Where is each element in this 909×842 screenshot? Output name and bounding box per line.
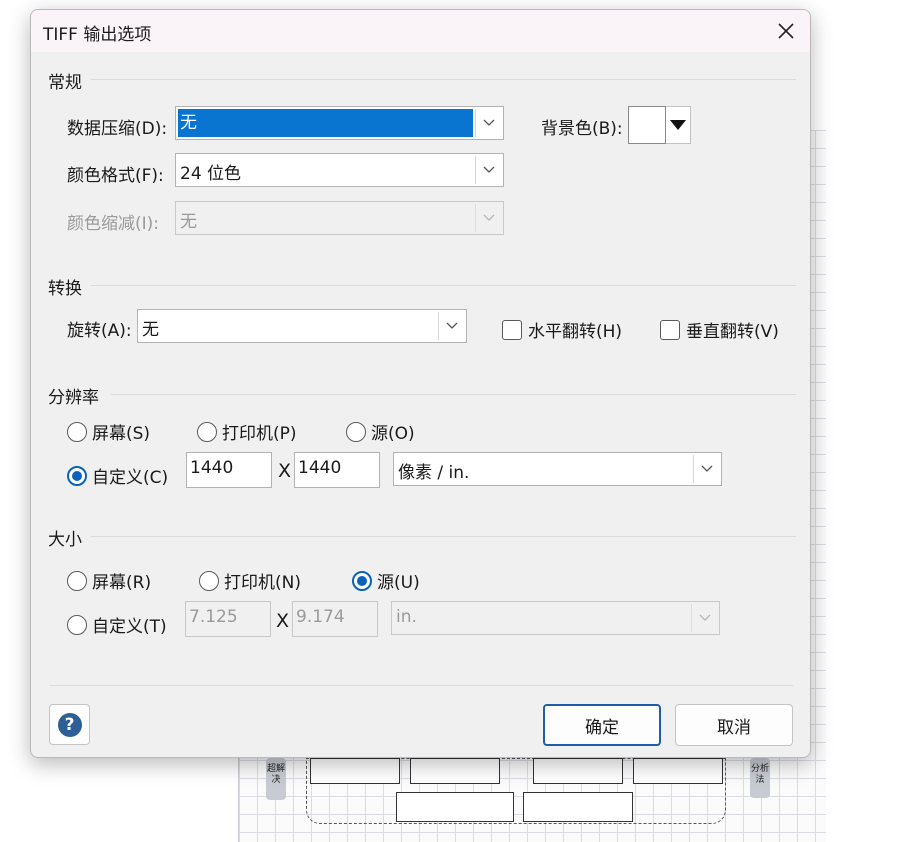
chevron-down-icon <box>691 604 717 632</box>
compression-label: 数据压缩(D): <box>67 119 168 139</box>
rotation-label: 旋转(A): <box>67 321 132 341</box>
resolution-custom-label: 自定义(C) <box>92 468 169 488</box>
diagram-box <box>410 758 500 784</box>
resolution-source-radio[interactable]: 源(O) <box>346 419 415 444</box>
divider <box>91 285 796 286</box>
radio-circle-selected <box>352 570 372 591</box>
canvas-margin <box>826 130 909 842</box>
size-printer-label: 打印机(N) <box>224 573 301 593</box>
radio-circle <box>67 421 87 442</box>
color-swatch <box>628 106 666 144</box>
resolution-width-input[interactable]: 1440 <box>186 452 272 488</box>
chevron-down-icon <box>475 109 501 137</box>
size-custom-radio[interactable]: 自定义(T) <box>67 612 167 637</box>
radio-circle <box>67 570 87 591</box>
triangle-down-icon <box>666 106 691 144</box>
resolution-printer-radio[interactable]: 打印机(P) <box>197 419 297 444</box>
diagram-box <box>523 792 633 822</box>
radio-circle-selected <box>67 465 87 486</box>
help-button[interactable]: ? <box>49 704 90 745</box>
compression-value: 无 <box>178 109 473 137</box>
radio-circle <box>346 421 366 442</box>
size-screen-label: 屏幕(R) <box>92 573 152 593</box>
dialog-title: TIFF 输出选项 <box>43 25 152 45</box>
size-source-label: 源(U) <box>377 573 420 593</box>
color-reduction-select: 无 <box>175 201 504 235</box>
resolution-printer-label: 打印机(P) <box>222 424 297 444</box>
rotation-select[interactable]: 无 <box>137 309 467 343</box>
close-icon <box>778 23 794 39</box>
chevron-down-icon <box>438 312 464 340</box>
diagram-box <box>633 758 723 784</box>
diagram-side-tag-right: 分析法 <box>750 758 770 798</box>
chevron-down-icon <box>475 156 501 184</box>
checkbox-box <box>502 319 522 340</box>
size-custom-label: 自定义(T) <box>92 617 167 637</box>
resolution-screen-radio[interactable]: 屏幕(S) <box>67 419 150 444</box>
radio-circle <box>199 570 219 591</box>
size-printer-radio[interactable]: 打印机(N) <box>199 568 301 593</box>
flip-horizontal-checkbox[interactable]: 水平翻转(H) <box>502 317 622 342</box>
size-width-input: 7.125 <box>185 601 271 637</box>
color-format-label: 颜色格式(F): <box>67 166 164 186</box>
diagram-box <box>533 758 623 784</box>
ok-button[interactable]: 确定 <box>543 704 661 746</box>
rotation-value: 无 <box>142 320 159 340</box>
color-format-select[interactable]: 24 位色 <box>175 153 504 187</box>
color-reduction-value: 无 <box>180 212 197 232</box>
flip-vertical-label: 垂直翻转(V) <box>686 322 779 342</box>
size-x-separator: X <box>276 610 290 632</box>
size-unit-select: in. <box>391 601 720 635</box>
divider <box>111 394 796 395</box>
size-unit-value: in. <box>396 607 417 627</box>
size-source-radio[interactable]: 源(U) <box>352 568 420 593</box>
size-height-input: 9.174 <box>292 601 378 637</box>
color-reduction-label: 颜色缩减(I): <box>67 214 160 234</box>
background-color-label: 背景色(B): <box>541 119 623 139</box>
compression-select[interactable]: 无 <box>175 106 504 140</box>
divider <box>91 79 796 80</box>
tiff-options-dialog: TIFF 输出选项 常规 数据压缩(D): 无 背景色(B): 颜色格式(F):… <box>30 9 811 758</box>
resolution-source-label: 源(O) <box>371 424 415 444</box>
chevron-down-icon <box>693 455 719 483</box>
flip-horizontal-label: 水平翻转(H) <box>528 322 623 342</box>
divider <box>91 536 796 537</box>
resolution-screen-label: 屏幕(S) <box>92 424 151 444</box>
section-general: 常规 <box>48 73 82 93</box>
radio-circle <box>197 421 217 442</box>
close-button[interactable] <box>772 18 800 44</box>
flip-vertical-checkbox[interactable]: 垂直翻转(V) <box>660 317 779 342</box>
cancel-button[interactable]: 取消 <box>675 704 793 746</box>
background-color-picker[interactable] <box>628 106 691 144</box>
resolution-unit-select[interactable]: 像素 / in. <box>393 452 722 486</box>
section-size: 大小 <box>48 530 82 550</box>
color-format-value: 24 位色 <box>180 164 242 184</box>
help-icon: ? <box>57 712 82 737</box>
diagram-box <box>396 792 514 822</box>
resolution-height-input[interactable]: 1440 <box>294 452 380 488</box>
checkbox-box <box>660 319 680 340</box>
section-transform: 转换 <box>48 279 82 299</box>
diagram-box <box>310 758 400 784</box>
footer-divider <box>49 685 793 686</box>
resolution-custom-radio[interactable]: 自定义(C) <box>67 463 168 488</box>
radio-circle <box>67 614 87 635</box>
section-resolution: 分辨率 <box>48 388 99 408</box>
size-screen-radio[interactable]: 屏幕(R) <box>67 568 151 593</box>
diagram-side-tag-left: 超解决 <box>266 758 286 800</box>
resolution-unit-value: 像素 / in. <box>398 463 470 483</box>
chevron-down-icon <box>475 204 501 232</box>
resolution-x-separator: X <box>278 460 292 482</box>
title-bar: TIFF 输出选项 <box>31 10 810 52</box>
